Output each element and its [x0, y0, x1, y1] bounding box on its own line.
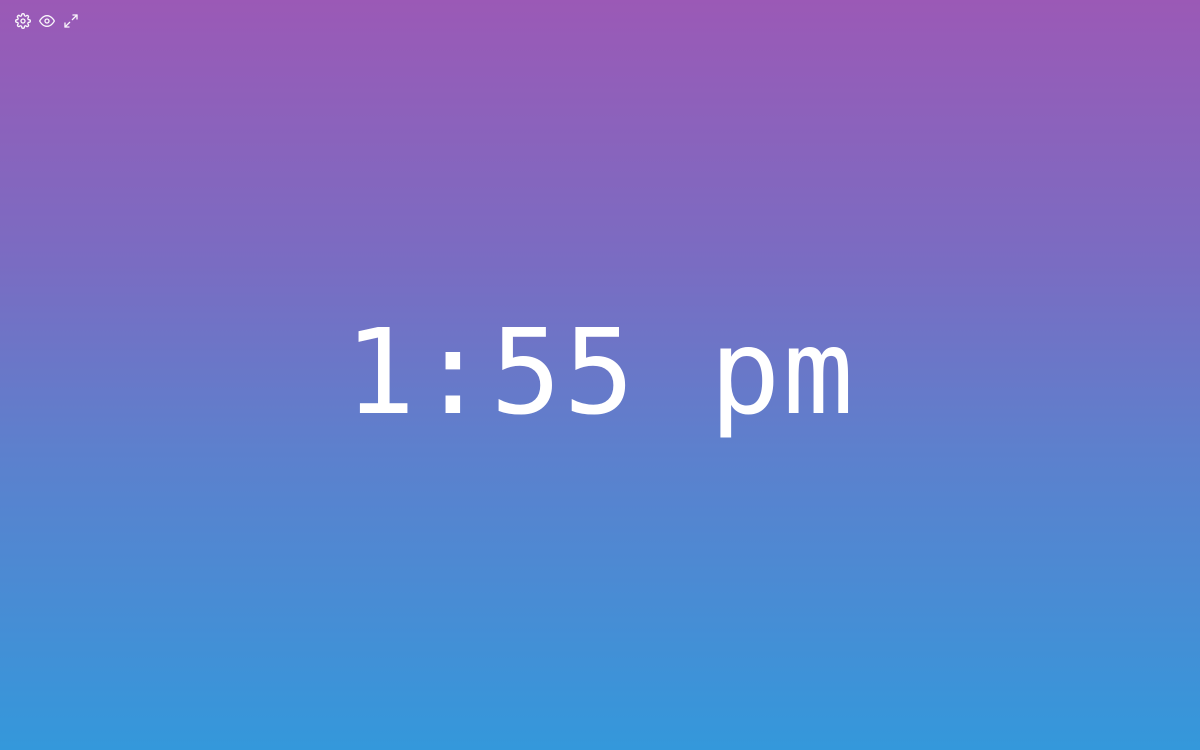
visibility-button[interactable] — [38, 14, 56, 32]
fullscreen-button[interactable] — [62, 14, 80, 32]
clock-time: 1:55 pm — [344, 303, 856, 441]
toolbar — [14, 13, 80, 33]
settings-icon — [15, 13, 31, 33]
eye-icon — [39, 13, 55, 33]
settings-button[interactable] — [14, 13, 32, 33]
fullscreen-icon — [63, 13, 79, 33]
